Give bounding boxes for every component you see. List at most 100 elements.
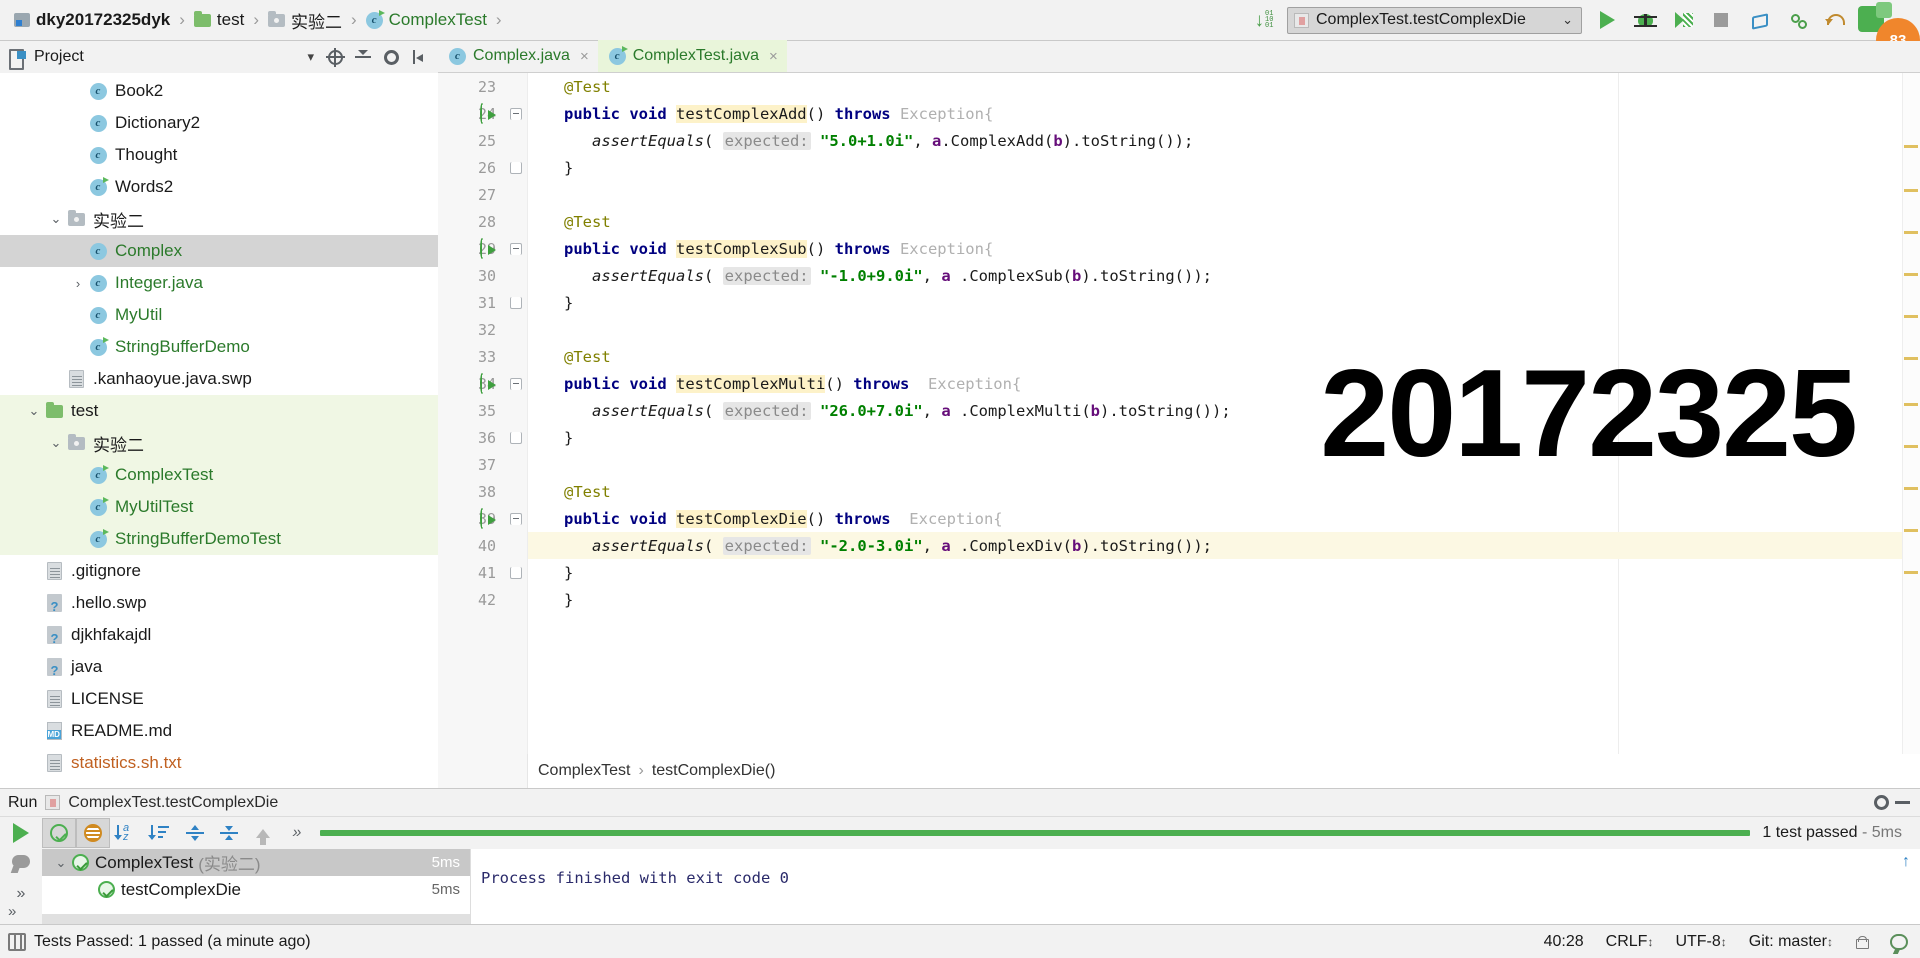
code-line[interactable]: 38 @Test	[478, 478, 1920, 505]
console-output[interactable]: Process finished with exit code 0 ↑	[470, 849, 1920, 924]
code-line[interactable]: 29 public void testComplexSub() throws Ex…	[478, 235, 1920, 262]
tree-node[interactable]: c MyUtilTest	[0, 491, 438, 523]
expand-all-button[interactable]	[178, 818, 212, 848]
git-branch-widget[interactable]: Git: master↕	[1749, 933, 1833, 951]
code-line[interactable]: 37	[478, 451, 1920, 478]
balloon-icon[interactable]	[1890, 933, 1908, 950]
collapse-all-icon[interactable]	[350, 44, 376, 70]
editor-breadcrumb-method[interactable]: testComplexDie()	[652, 762, 776, 780]
code-line[interactable]: 25 assertEquals( expected: "5.0+1.0i", a.…	[478, 127, 1920, 154]
error-stripe-marker[interactable]	[1904, 487, 1918, 490]
settings-gear-icon[interactable]	[378, 44, 404, 70]
chevron-right-icon[interactable]: ›	[68, 276, 88, 291]
code-line[interactable]: 23 @Test	[478, 73, 1920, 100]
chevron-down-icon[interactable]: ⌄	[46, 435, 66, 451]
run-configuration-selector[interactable]: ComplexTest.testComplexDie ⌄	[1287, 6, 1582, 34]
close-icon[interactable]: ×	[769, 48, 778, 65]
code-line[interactable]: 31}	[478, 289, 1920, 316]
tree-node[interactable]: djkhfakajdl	[0, 619, 438, 651]
stop-button[interactable]	[1702, 3, 1740, 37]
tree-node[interactable]: ⌄ 实验二	[0, 203, 438, 235]
fold-region-end-icon[interactable]	[510, 161, 522, 174]
chevron-down-icon[interactable]: ⌄	[24, 403, 44, 419]
error-stripe-marker-bar[interactable]	[1902, 73, 1920, 754]
line-separator[interactable]: CRLF↕	[1606, 933, 1654, 951]
tree-node[interactable]: › c Integer.java	[0, 267, 438, 299]
breadcrumb-item-test[interactable]: test	[192, 10, 246, 30]
error-stripe-marker[interactable]	[1904, 189, 1918, 192]
tree-node[interactable]: LICENSE	[0, 683, 438, 715]
code-line[interactable]: 39 public void testComplexDie() throws Ex…	[478, 505, 1920, 532]
expand-rail-icon[interactable]: »	[8, 903, 16, 920]
vcs-update-button[interactable]	[1740, 3, 1778, 37]
tree-node[interactable]: c StringBufferDemoTest	[0, 523, 438, 555]
error-stripe-marker[interactable]	[1904, 403, 1918, 406]
code-line[interactable]: 33 @Test	[478, 343, 1920, 370]
error-stripe-marker[interactable]	[1904, 357, 1918, 360]
run-test-gutter-icon[interactable]	[480, 372, 498, 394]
error-stripe-marker[interactable]	[1904, 571, 1918, 574]
code-line[interactable]: 30 assertEquals( expected: "-1.0+9.0i", a…	[478, 262, 1920, 289]
lock-icon[interactable]	[1855, 935, 1869, 949]
error-stripe-marker[interactable]	[1904, 145, 1918, 148]
fold-region-start-icon[interactable]	[510, 512, 522, 525]
undo-button[interactable]	[1816, 3, 1854, 37]
editor-breadcrumb-class[interactable]: ComplexTest	[538, 762, 630, 780]
code-line[interactable]: 35 assertEquals( expected: "26.0+7.0i", a…	[478, 397, 1920, 424]
run-with-coverage-button[interactable]	[1664, 3, 1702, 37]
tab-complextest-java[interactable]: c ComplexTest.java ×	[597, 40, 787, 72]
test-tree-row[interactable]: testComplexDie 5ms	[42, 876, 470, 903]
tab-complex-java[interactable]: c Complex.java ×	[438, 40, 598, 72]
test-tree-row[interactable]: ⌄ ComplexTest (实验二) 5ms	[42, 849, 470, 876]
fold-region-start-icon[interactable]	[510, 242, 522, 255]
run-test-gutter-icon[interactable]	[480, 507, 498, 529]
run-test-gutter-icon[interactable]	[480, 102, 498, 124]
tree-node[interactable]: c Words2	[0, 171, 438, 203]
more-options-button[interactable]: »	[280, 818, 314, 848]
code-line[interactable]: 26}	[478, 154, 1920, 181]
chevron-down-icon[interactable]: ⌄	[50, 855, 72, 871]
file-encoding[interactable]: UTF-8↕	[1675, 933, 1726, 951]
tree-node[interactable]: c Complex	[0, 235, 438, 267]
settings-gear-icon[interactable]	[1874, 795, 1889, 810]
code-line[interactable]: 42}	[478, 586, 1920, 613]
error-stripe-marker[interactable]	[1904, 231, 1918, 234]
error-stripe-marker[interactable]	[1904, 529, 1918, 532]
hide-panel-icon[interactable]	[1895, 801, 1910, 804]
sort-alphabetically-button[interactable]: az	[110, 818, 144, 848]
vcs-branch-button[interactable]	[1778, 3, 1816, 37]
error-stripe-marker[interactable]	[1904, 315, 1918, 318]
fold-region-start-icon[interactable]	[510, 377, 522, 390]
code-line[interactable]: 41}	[478, 559, 1920, 586]
tree-node[interactable]: c Book2	[0, 75, 438, 107]
chevron-down-icon[interactable]: ▾	[307, 49, 322, 65]
close-icon[interactable]: ×	[580, 48, 589, 65]
run-test-gutter-icon[interactable]	[480, 237, 498, 259]
code-line[interactable]: 40 assertEquals( expected: "-2.0-3.0i", a…	[478, 532, 1920, 559]
tree-node[interactable]: java	[0, 651, 438, 683]
error-stripe-marker[interactable]	[1904, 273, 1918, 276]
code-line[interactable]: 32	[478, 316, 1920, 343]
tree-node[interactable]: ⌄ test	[0, 395, 438, 427]
scroll-up-icon[interactable]: ↑	[1902, 853, 1910, 871]
prev-failed-button[interactable]	[246, 818, 280, 848]
code-line[interactable]: 27	[478, 181, 1920, 208]
code-line[interactable]: 36}	[478, 424, 1920, 451]
breadcrumb-item-class[interactable]: c ComplexTest	[364, 9, 489, 30]
tree-node[interactable]: .gitignore	[0, 555, 438, 587]
tree-node[interactable]: .kanhaoyue.java.swp	[0, 363, 438, 395]
breadcrumb-item-root[interactable]: dky20172325dyk	[12, 10, 172, 30]
fold-region-end-icon[interactable]	[510, 431, 522, 444]
fold-region-end-icon[interactable]	[510, 566, 522, 579]
run-button[interactable]	[1588, 3, 1626, 37]
debug-button[interactable]	[1626, 3, 1664, 37]
code-line[interactable]: 28 @Test	[478, 208, 1920, 235]
download-binary-icon[interactable]: ↓ 01 10 01	[1247, 5, 1281, 35]
thread-dump-button[interactable]	[10, 855, 32, 873]
tree-node[interactable]: c ComplexTest	[0, 459, 438, 491]
collapse-all-button[interactable]	[212, 818, 246, 848]
tree-node[interactable]: .hello.swp	[0, 587, 438, 619]
chevron-down-icon[interactable]: ⌄	[46, 211, 66, 227]
show-ignored-toggle[interactable]	[76, 818, 110, 848]
fold-region-start-icon[interactable]	[510, 107, 522, 120]
